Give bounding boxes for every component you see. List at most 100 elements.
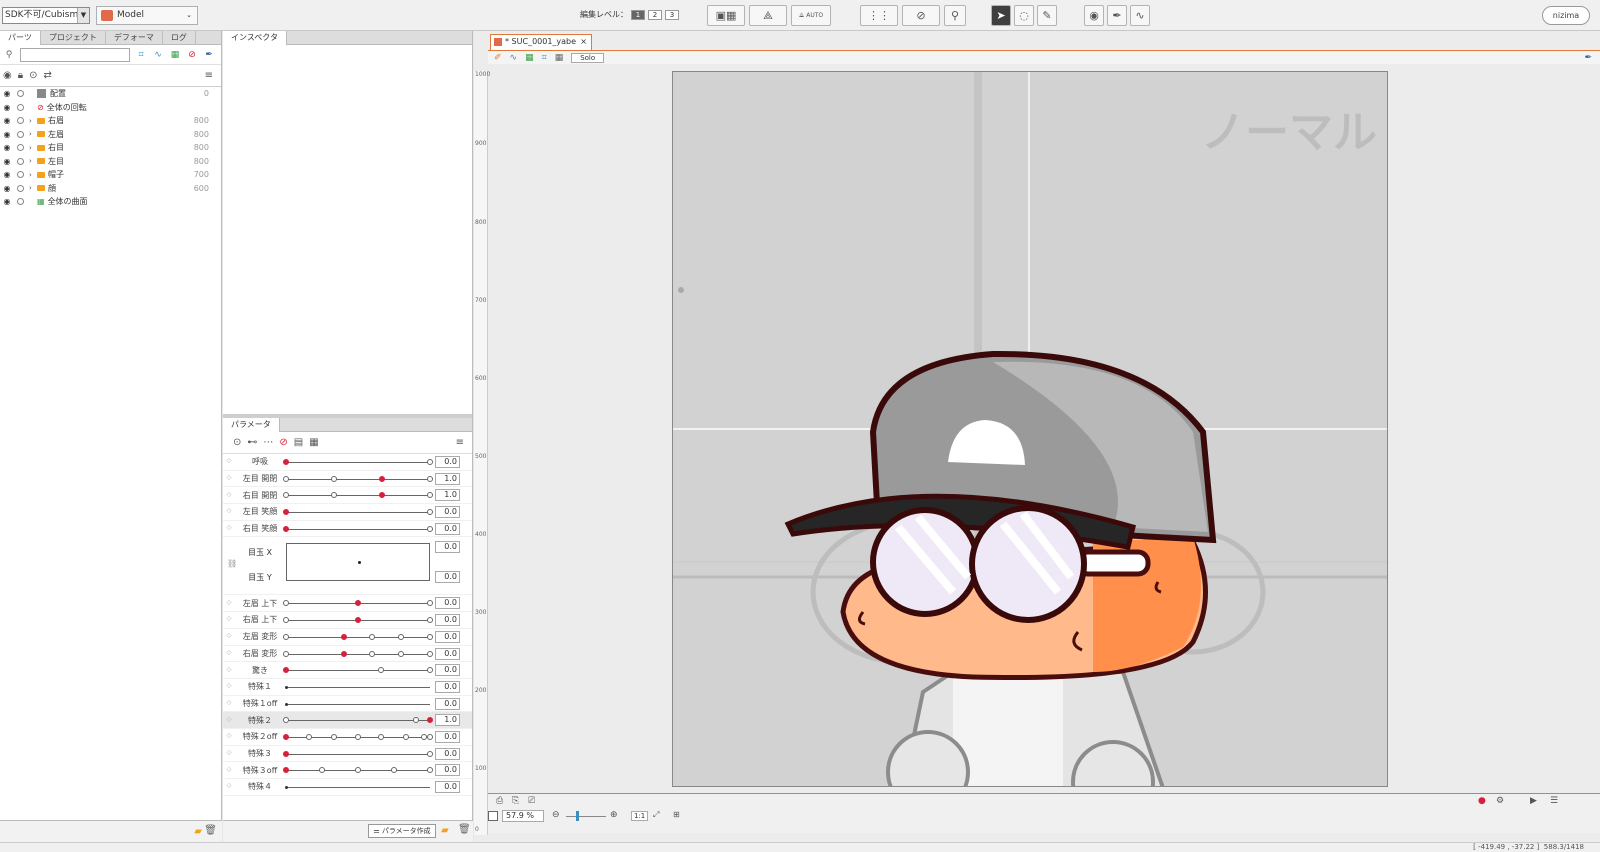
eye-icon[interactable]: ◉: [0, 170, 14, 179]
param-row[interactable]: ⟐ 特殊３off 0.0: [223, 762, 472, 779]
param-row[interactable]: ⟐ 特殊３ 0.0: [223, 746, 472, 763]
keyframe-dot[interactable]: [283, 459, 289, 465]
keyframe-dot[interactable]: [283, 600, 289, 607]
link-icon[interactable]: ⟐: [223, 666, 235, 675]
keyframe-dot[interactable]: [330, 475, 337, 482]
fit-icon[interactable]: ⌗: [135, 49, 147, 61]
rotation-button[interactable]: ⊘: [902, 5, 940, 26]
keyframe-dot[interactable]: [427, 525, 433, 532]
key-delete-icon[interactable]: ⊘: [279, 437, 287, 448]
keyframe-dot[interactable]: [283, 733, 289, 740]
mesh-display-icon[interactable]: ▦: [525, 53, 534, 63]
play-icon[interactable]: ▶: [1530, 796, 1537, 806]
param-slider[interactable]: [285, 702, 430, 706]
keyframe-dot[interactable]: [427, 733, 433, 740]
param-row[interactable]: ⟐ 左眉 上下 0.0: [223, 595, 472, 613]
param-slider[interactable]: [283, 717, 433, 724]
tree-row-folder[interactable]: ◉ › 右目 800: [0, 141, 221, 155]
pen-filter-icon[interactable]: ✒: [203, 49, 215, 61]
parts-search-input[interactable]: [20, 47, 130, 62]
tree-row-warp[interactable]: ◉ ▦ 全体の曲面: [0, 195, 221, 209]
param-slider[interactable]: [285, 786, 430, 789]
keyframe-dot[interactable]: [306, 733, 313, 740]
sdk-version-select[interactable]: SDK不可/Cubism4.0 ▼: [2, 7, 90, 24]
keyframe-dot[interactable]: [355, 733, 361, 740]
visibility-toggle[interactable]: [17, 198, 24, 206]
eye-icon[interactable]: ◉: [0, 197, 14, 206]
keyframe-dot[interactable]: [398, 650, 405, 657]
param-value[interactable]: 1.0: [435, 714, 460, 727]
param-value[interactable]: 0.0: [435, 647, 460, 660]
visibility-toggle[interactable]: [17, 144, 24, 152]
eye-icon[interactable]: ◉: [0, 157, 14, 166]
keyframe-dot[interactable]: [427, 750, 433, 757]
link-icon[interactable]: ⟐: [223, 491, 235, 500]
new-folder-icon[interactable]: ▰: [441, 825, 449, 836]
keyframe-dot[interactable]: [319, 767, 325, 774]
link-icon[interactable]: ⟐: [223, 457, 235, 466]
link-icon[interactable]: ⟐: [223, 474, 235, 483]
keyframe-dot[interactable]: [379, 475, 386, 482]
eye-icon[interactable]: ◉: [0, 89, 14, 98]
expand-arrow-icon[interactable]: ›: [29, 130, 37, 138]
param-row[interactable]: ⟐ 特殊２off 0.0: [223, 729, 472, 746]
visibility-toggle[interactable]: [17, 171, 24, 179]
model-select[interactable]: Model ⌄: [96, 6, 198, 25]
param-slider[interactable]: [283, 633, 433, 640]
param-row[interactable]: ⟐ 左眉 変形 0.0: [223, 629, 472, 646]
keyframe-dot[interactable]: [378, 667, 385, 674]
keyframe-dot[interactable]: [283, 525, 289, 532]
keyframe-dot[interactable]: [427, 650, 433, 657]
tab-parts[interactable]: パーツ: [0, 31, 41, 45]
keyframe-dot[interactable]: [355, 617, 361, 624]
capture-icon[interactable]: ⎘: [512, 796, 519, 806]
param-value[interactable]: 0.0: [435, 506, 460, 519]
key-three-icon[interactable]: ⋯: [263, 437, 273, 448]
eye-icon[interactable]: ◉: [0, 103, 14, 112]
keyframe-dot[interactable]: [285, 702, 288, 706]
keyframe-dot[interactable]: [285, 685, 288, 689]
play-icon[interactable]: ⊙: [29, 70, 37, 81]
keyframe-dot[interactable]: [283, 509, 289, 516]
link-icon[interactable]: ⟐: [223, 599, 235, 608]
keyframe-dot[interactable]: [398, 633, 405, 640]
param-row[interactable]: ⟐ 右眉 上下 0.0: [223, 612, 472, 629]
param-value[interactable]: 0.0: [435, 664, 460, 677]
link-icon[interactable]: ⟐: [223, 749, 235, 758]
tree-row-rotation[interactable]: ◉ ⊘ 全体の回転: [0, 101, 221, 115]
keyframe-dot[interactable]: [427, 717, 433, 724]
keyframe-dot[interactable]: [283, 633, 289, 640]
link-icon[interactable]: ⟐: [223, 682, 235, 691]
keyframe-dot[interactable]: [283, 650, 289, 657]
keyframe-dot[interactable]: [330, 733, 337, 740]
link-icon[interactable]: ⛓︎: [227, 559, 237, 568]
keyframe-dot[interactable]: [427, 617, 433, 624]
param-value[interactable]: 0.0: [435, 781, 460, 793]
keyframe-dot[interactable]: [330, 492, 337, 499]
keyframe-dot[interactable]: [427, 492, 433, 499]
eye-xy-param[interactable]: ⛓︎ 目玉 X 目玉 Y 0.0 0.0: [223, 537, 472, 596]
param-slider[interactable]: [283, 733, 433, 740]
expand-arrow-icon[interactable]: ›: [29, 157, 37, 165]
keyframe-dot[interactable]: [378, 733, 385, 740]
keyframe-dot[interactable]: [283, 767, 289, 774]
link-icon[interactable]: ⟐: [223, 699, 235, 708]
param-slider[interactable]: [283, 650, 433, 657]
link-icon[interactable]: ⟐: [223, 782, 235, 791]
brush-icon[interactable]: ✐: [494, 53, 502, 63]
param-value[interactable]: 0.0: [435, 764, 460, 777]
model-canvas[interactable]: ノーマル: [672, 71, 1388, 787]
pen-tool-button[interactable]: ✒: [1107, 5, 1127, 26]
play-icon[interactable]: ⊙: [233, 437, 241, 448]
lock-icon[interactable]: 🔒︎: [18, 70, 23, 81]
grid-icon[interactable]: ▦: [555, 53, 564, 63]
param-row[interactable]: ⟐ 右目 開閉 1.0: [223, 487, 472, 505]
param-value[interactable]: 0.0: [435, 630, 460, 643]
menu-icon[interactable]: ≡: [205, 70, 213, 81]
expand-arrow-icon[interactable]: ›: [29, 171, 37, 179]
zoom-slider-thumb[interactable]: [576, 811, 579, 821]
keyframe-dot[interactable]: [340, 633, 347, 640]
param-value[interactable]: 0.0: [435, 614, 460, 627]
link-icon[interactable]: ⟐: [223, 507, 235, 516]
keyframe-dot[interactable]: [427, 475, 433, 482]
